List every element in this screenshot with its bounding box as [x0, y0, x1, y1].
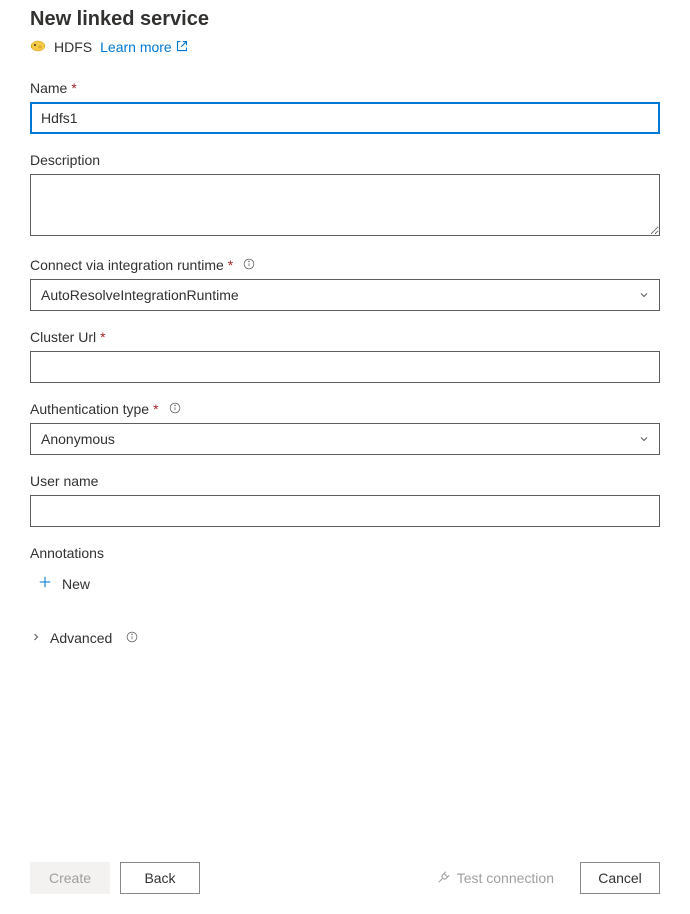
cluster-url-label: Cluster Url * — [30, 329, 660, 345]
auth-type-field-group: Authentication type * Anonymous — [30, 401, 660, 455]
learn-more-label: Learn more — [100, 39, 172, 55]
required-indicator: * — [71, 80, 76, 96]
integration-runtime-label: Connect via integration runtime * — [30, 257, 660, 273]
description-label: Description — [30, 152, 660, 168]
info-icon[interactable] — [120, 630, 138, 646]
chevron-right-icon — [30, 630, 42, 646]
name-input[interactable] — [30, 102, 660, 134]
service-name-label: HDFS — [54, 39, 92, 55]
auth-type-select[interactable]: Anonymous — [30, 423, 660, 455]
learn-more-link[interactable]: Learn more — [100, 39, 188, 55]
integration-runtime-field-group: Connect via integration runtime * AutoRe… — [30, 257, 660, 311]
advanced-toggle[interactable]: Advanced — [30, 630, 138, 646]
info-icon[interactable] — [163, 401, 181, 417]
cancel-button[interactable]: Cancel — [580, 862, 660, 894]
description-field-group: Description — [30, 152, 660, 239]
integration-runtime-select[interactable]: AutoResolveIntegrationRuntime — [30, 279, 660, 311]
user-name-input[interactable] — [30, 495, 660, 527]
service-subheader: HDFS Learn more — [30, 37, 660, 56]
footer: Create Back Test connection Cancel — [0, 846, 690, 914]
plus-icon — [38, 575, 52, 592]
advanced-label: Advanced — [50, 630, 112, 646]
page-title: New linked service — [30, 8, 660, 31]
create-button: Create — [30, 862, 110, 894]
annotations-field-group: Annotations New — [30, 545, 660, 592]
hdfs-icon — [30, 37, 46, 56]
cluster-url-field-group: Cluster Url * — [30, 329, 660, 383]
external-link-icon — [176, 39, 188, 55]
auth-type-label: Authentication type * — [30, 401, 660, 417]
test-connection-button: Test connection — [421, 862, 570, 894]
info-icon[interactable] — [237, 257, 255, 273]
new-annotation-label: New — [62, 576, 90, 592]
required-indicator: * — [153, 401, 158, 417]
name-field-group: Name * — [30, 80, 660, 134]
cluster-url-input[interactable] — [30, 351, 660, 383]
back-button[interactable]: Back — [120, 862, 200, 894]
user-name-field-group: User name — [30, 473, 660, 527]
plug-icon — [437, 870, 451, 887]
required-indicator: * — [228, 257, 233, 273]
test-connection-label: Test connection — [457, 870, 554, 886]
user-name-label: User name — [30, 473, 660, 489]
name-label: Name * — [30, 80, 660, 96]
required-indicator: * — [100, 329, 105, 345]
add-annotation-button[interactable]: New — [30, 575, 90, 592]
integration-runtime-value: AutoResolveIntegrationRuntime — [41, 287, 239, 303]
description-input[interactable] — [30, 174, 660, 236]
auth-type-value: Anonymous — [41, 431, 115, 447]
annotations-label: Annotations — [30, 545, 660, 561]
